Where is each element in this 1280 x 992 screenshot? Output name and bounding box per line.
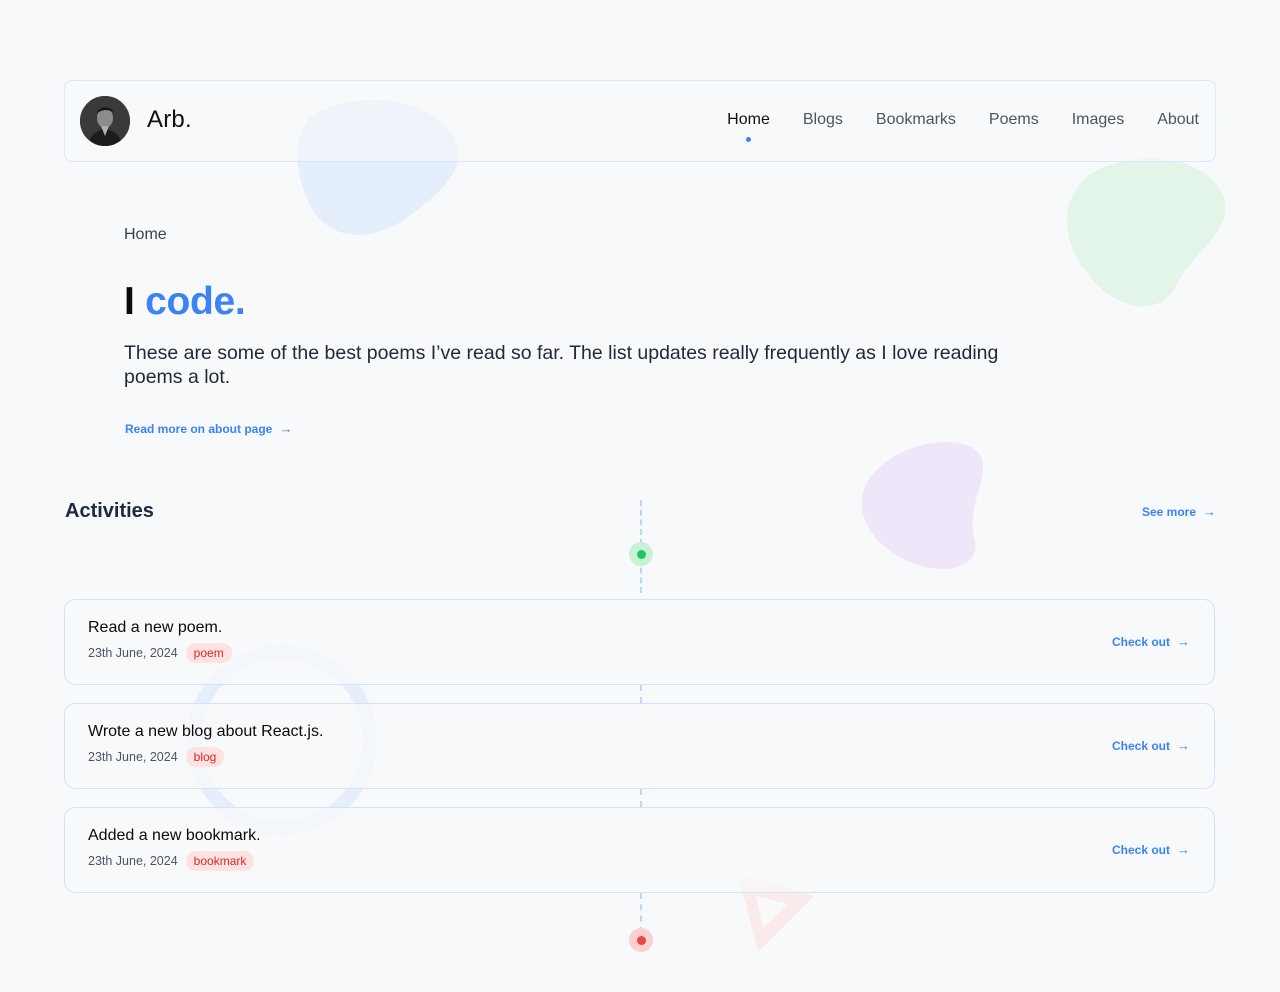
activity-tag[interactable]: blog [185,747,225,767]
arrow-right-icon: → [1177,634,1190,649]
activities-heading: Activities [65,500,154,522]
timeline-start-dot [629,542,653,566]
check-out-label: Check out [1111,738,1170,753]
brand-name[interactable]: Arb. [147,106,192,134]
read-more-label: Read more on about page [125,421,273,436]
navbar: Arb. Home Blogs Bookmarks Poems Images A… [64,80,1216,162]
title-prefix: I [124,280,135,323]
activity-title: Wrote a new blog about React.js. [88,723,324,740]
nav-about[interactable]: About [1157,111,1199,129]
activity-tag[interactable]: poem [185,643,232,663]
check-out-label: Check out [1111,842,1170,857]
purple-blob-decoration [861,442,984,569]
green-blob-decoration [1067,158,1226,307]
see-more-label: See more [1141,504,1196,519]
arrow-right-icon: → [1203,504,1216,519]
activity-meta: 23th June, 2024 bookmark [88,851,255,871]
avatar-portrait-icon [80,96,130,146]
read-more-link[interactable]: Read more on about page → [125,421,292,436]
breadcrumb: Home [124,226,167,243]
check-out-link[interactable]: Check out → [1112,738,1190,753]
activity-card: Read a new poem. 23th June, 2024 poem Ch… [64,599,1215,685]
timeline-line [640,685,642,703]
nav-home-label: Home [727,111,770,128]
avatar[interactable] [80,96,130,146]
check-out-label: Check out [1111,634,1170,649]
activity-tag[interactable]: bookmark [185,851,255,871]
timeline-end-dot [629,928,653,952]
green-dot-icon [636,549,646,559]
see-more-link[interactable]: See more → [1142,504,1216,519]
nav-images[interactable]: Images [1072,111,1124,129]
activity-title: Added a new bookmark. [88,827,261,844]
activity-date: 23th June, 2024 [88,646,178,660]
activity-date: 23th June, 2024 [88,750,178,764]
check-out-link[interactable]: Check out → [1112,842,1190,857]
activity-card: Added a new bookmark. 23th June, 2024 bo… [64,807,1215,893]
arrow-right-icon: → [279,421,293,436]
red-dot-icon [636,935,646,945]
hero-description: These are some of the best poems I’ve re… [124,342,999,388]
active-indicator-dot [746,137,752,142]
nav-home[interactable]: Home [727,111,770,142]
title-accent: code. [145,280,246,323]
arrow-right-icon: → [1177,738,1190,753]
main-nav: Home Blogs Bookmarks Poems Images About [694,111,1199,142]
timeline-line [640,893,642,933]
activity-meta: 23th June, 2024 blog [88,747,225,767]
activity-title: Read a new poem. [88,619,223,636]
page-title: I code. [124,280,246,324]
nav-poems[interactable]: Poems [989,111,1039,129]
activity-meta: 23th June, 2024 poem [88,643,232,663]
arrow-right-icon: → [1177,842,1190,857]
check-out-link[interactable]: Check out → [1112,634,1190,649]
nav-blogs[interactable]: Blogs [803,111,843,129]
activity-date: 23th June, 2024 [88,854,178,868]
activity-card: Wrote a new blog about React.js. 23th Ju… [64,703,1215,789]
timeline-line [640,789,642,807]
nav-bookmarks[interactable]: Bookmarks [876,111,956,129]
